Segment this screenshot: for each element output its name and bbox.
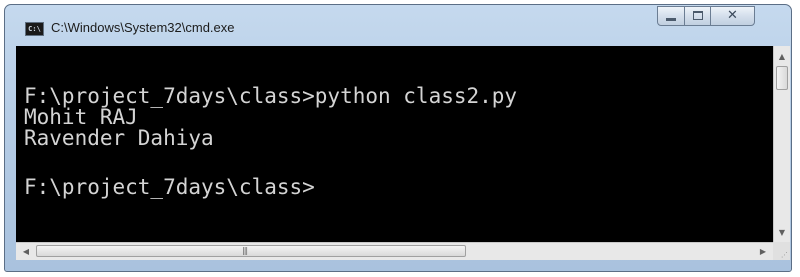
- scroll-down-arrow-icon[interactable]: ▼: [774, 224, 790, 241]
- console-line-command: F:\project_7days\class>python class2.py: [24, 84, 518, 108]
- console-line-prompt: F:\project_7days\class>: [24, 175, 315, 199]
- vertical-scroll-thumb[interactable]: [776, 66, 788, 90]
- close-icon: ✕: [727, 8, 738, 23]
- minimize-icon: [666, 18, 676, 21]
- resize-grip-icon: ⋰: [781, 251, 788, 259]
- close-button[interactable]: ✕: [710, 6, 755, 26]
- minimize-button[interactable]: [657, 6, 685, 26]
- resize-corner[interactable]: ⋰: [773, 242, 790, 260]
- console-output[interactable]: F:\project_7days\class>python class2.py …: [16, 46, 773, 242]
- scroll-up-arrow-icon[interactable]: ▲: [774, 48, 790, 65]
- scroll-grip-icon: |||: [242, 246, 248, 255]
- vertical-scrollbar[interactable]: ▲ ▼: [773, 46, 790, 242]
- title-bar[interactable]: C:\ C:\Windows\System32\cmd.exe ✕: [5, 5, 791, 45]
- scroll-right-arrow-icon[interactable]: ▶: [755, 243, 771, 260]
- horizontal-scrollbar[interactable]: ◀ ||| ▶: [16, 242, 773, 260]
- scroll-left-arrow-icon[interactable]: ◀: [18, 243, 34, 260]
- cmd-window: C:\ C:\Windows\System32\cmd.exe ✕ F:\pro…: [4, 4, 792, 272]
- console-line-output-1: Mohit RAJ: [24, 105, 138, 129]
- console-line-output-2: Ravender Dahiya: [24, 126, 214, 150]
- horizontal-scroll-thumb[interactable]: |||: [36, 245, 466, 257]
- cmd-app-icon[interactable]: C:\: [25, 22, 44, 36]
- maximize-icon: [693, 11, 703, 20]
- window-title: C:\Windows\System32\cmd.exe: [51, 20, 235, 35]
- maximize-button[interactable]: [684, 6, 711, 26]
